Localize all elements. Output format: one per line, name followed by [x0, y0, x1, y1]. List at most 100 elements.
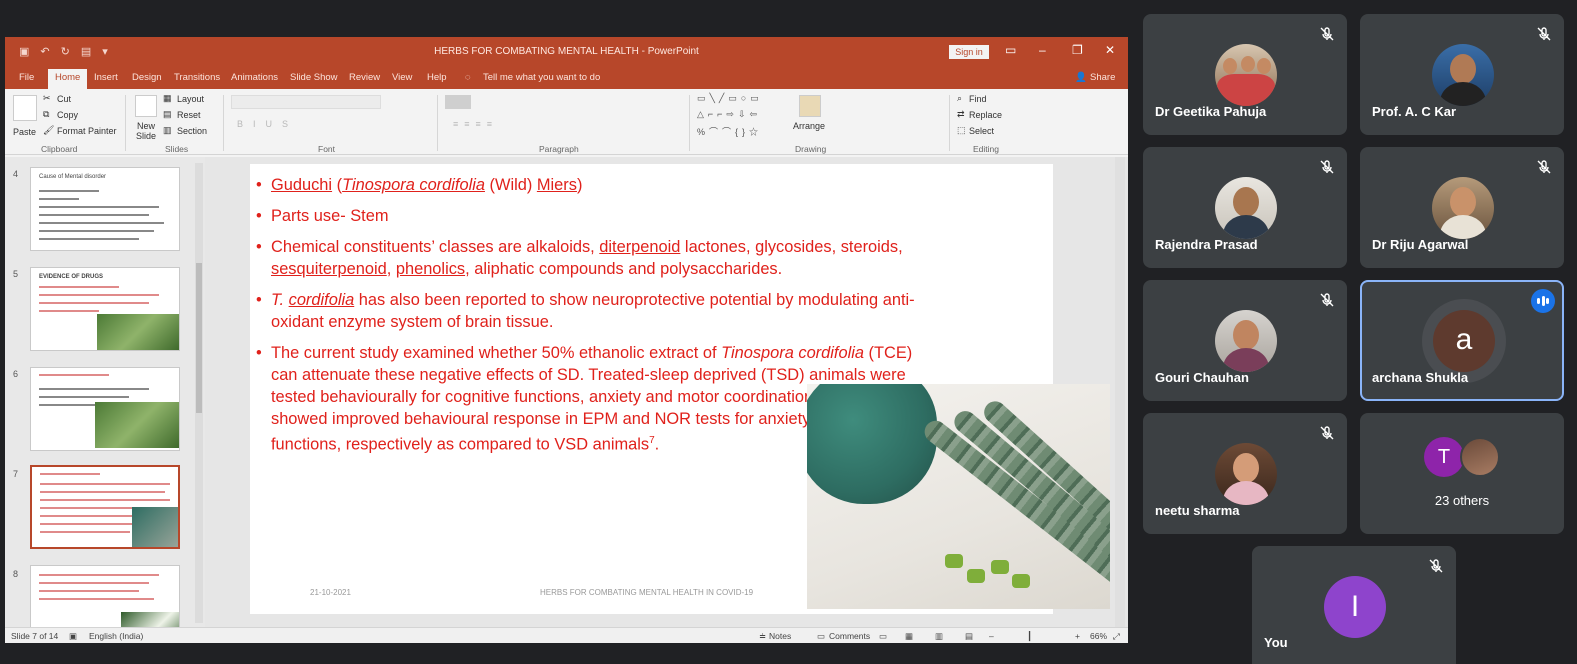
- participant-tile-speaking[interactable]: a archana Shukla: [1360, 280, 1564, 401]
- replace-icon[interactable]: ⇄: [957, 109, 965, 120]
- font-name-box[interactable]: [231, 95, 381, 109]
- zoom-out-icon[interactable]: –: [989, 631, 994, 641]
- tab-insert[interactable]: Insert: [94, 72, 118, 83]
- participant-tile[interactable]: Gouri Chauhan: [1143, 280, 1347, 401]
- section-icon[interactable]: ▥: [163, 125, 172, 136]
- notes-button[interactable]: Notes: [769, 631, 791, 641]
- avatar-initial: T: [1424, 437, 1464, 477]
- share-button[interactable]: Share: [1090, 72, 1115, 83]
- tab-animations[interactable]: Animations: [231, 72, 278, 83]
- find-button[interactable]: Find: [969, 94, 987, 104]
- participant-name: archana Shukla: [1372, 370, 1469, 385]
- mic-off-icon: [1537, 160, 1551, 174]
- participant-name: Dr Geetika Pahuja: [1155, 104, 1267, 119]
- participant-tile[interactable]: Dr Riju Agarwal: [1360, 147, 1564, 268]
- zoom-in-icon[interactable]: +: [1075, 631, 1080, 641]
- sign-in-button[interactable]: Sign in: [949, 45, 989, 59]
- tinospora-stem-photo[interactable]: [807, 384, 1110, 609]
- tab-design[interactable]: Design: [132, 72, 162, 83]
- paste-button[interactable]: Paste: [13, 127, 36, 137]
- slide-scrollbar[interactable]: [1115, 157, 1125, 627]
- thumb-number: 8: [13, 569, 19, 579]
- thumbnail-scrollbar[interactable]: [195, 163, 203, 623]
- cut-icon[interactable]: ✂: [43, 93, 51, 104]
- tab-review[interactable]: Review: [349, 72, 380, 83]
- normal-view-icon[interactable]: ▭: [879, 631, 887, 642]
- maximize-icon[interactable]: ❐: [1072, 43, 1083, 57]
- tab-slide-show[interactable]: Slide Show: [290, 72, 338, 83]
- participant-tile[interactable]: Dr Geetika Pahuja: [1143, 14, 1347, 135]
- arrange-icon[interactable]: [799, 95, 821, 117]
- separator: [949, 95, 950, 151]
- separator: [689, 95, 690, 151]
- tab-transitions[interactable]: Transitions: [174, 72, 220, 83]
- scrollbar-thumb[interactable]: [196, 263, 202, 413]
- slide-thumbnail-4[interactable]: Cause of Mental disorder: [30, 167, 180, 251]
- drawing-group-label: Drawing: [795, 144, 827, 154]
- new-slide-button[interactable]: New Slide: [131, 121, 161, 141]
- font-style-buttons[interactable]: BIUS: [237, 119, 298, 129]
- slide-thumbnail-7[interactable]: [30, 465, 180, 549]
- participant-tile[interactable]: Prof. A. C Kar: [1360, 14, 1564, 135]
- avatar-initial: a: [1433, 310, 1495, 372]
- others-tile[interactable]: T 23 others: [1360, 413, 1564, 534]
- speaking-indicator-icon: [1531, 289, 1555, 313]
- paste-icon[interactable]: [13, 95, 37, 121]
- tell-me-box[interactable]: Tell me what you want to do: [483, 72, 600, 83]
- reset-button[interactable]: Reset: [177, 110, 201, 120]
- replace-button[interactable]: Replace: [969, 110, 1002, 120]
- reset-icon[interactable]: ▤: [163, 109, 172, 120]
- layout-button[interactable]: Layout: [177, 94, 204, 104]
- arrange-button[interactable]: Arrange: [793, 121, 825, 131]
- cut-button[interactable]: Cut: [57, 94, 71, 104]
- others-count: 23 others: [1434, 493, 1490, 508]
- new-slide-icon[interactable]: [135, 95, 157, 117]
- shapes-gallery-row3[interactable]: %⌒⌒{}☆: [697, 125, 762, 138]
- tab-help[interactable]: Help: [427, 72, 447, 83]
- current-slide[interactable]: Guduchi (Tinospora cordifolia (Wild) Mie…: [250, 164, 1110, 614]
- close-icon[interactable]: ✕: [1105, 43, 1115, 57]
- zoom-slider[interactable]: ┃: [1027, 631, 1032, 642]
- slideshow-view-icon[interactable]: ▤: [965, 631, 973, 642]
- separator: [125, 95, 126, 151]
- layout-icon[interactable]: ▦: [163, 93, 172, 104]
- tab-file[interactable]: File: [19, 72, 34, 83]
- paragraph-group-label: Paragraph: [539, 144, 579, 154]
- format-painter-icon[interactable]: 🖌: [43, 125, 54, 136]
- slide-thumbnail-6[interactable]: [30, 367, 180, 451]
- comments-icon[interactable]: ▭: [817, 631, 825, 642]
- tab-home[interactable]: Home: [48, 69, 88, 89]
- slide-thumbnail-5[interactable]: EVIDENCE OF DRUGS: [30, 267, 180, 351]
- minimize-icon[interactable]: –: [1039, 43, 1046, 57]
- format-painter-button[interactable]: Format Painter: [57, 126, 117, 136]
- participant-name: Gouri Chauhan: [1155, 370, 1249, 385]
- shapes-gallery[interactable]: ▭╲╱▭○▭: [697, 93, 763, 104]
- select-button[interactable]: Select: [969, 126, 994, 136]
- slide-sorter-icon[interactable]: ▦: [905, 631, 913, 642]
- comments-button[interactable]: Comments: [829, 631, 870, 641]
- avatar: [1215, 44, 1277, 106]
- language-indicator[interactable]: English (India): [89, 631, 143, 641]
- zoom-level[interactable]: 66%: [1090, 631, 1107, 641]
- reading-view-icon[interactable]: ▥: [935, 631, 943, 642]
- paragraph-align-buttons[interactable]: ≡≡≡≡: [453, 119, 498, 129]
- select-icon[interactable]: ⬚: [957, 125, 966, 136]
- tab-view[interactable]: View: [392, 72, 412, 83]
- copy-icon[interactable]: ⧉: [43, 109, 49, 120]
- avatar: [1432, 44, 1494, 106]
- notes-icon[interactable]: ≐: [759, 631, 766, 642]
- section-button[interactable]: Section: [177, 126, 207, 136]
- participant-tile[interactable]: Rajendra Prasad: [1143, 147, 1347, 268]
- find-icon[interactable]: ⌕: [957, 93, 962, 104]
- shapes-gallery-row2[interactable]: △⌐⌐⇨⇩⇦: [697, 109, 761, 120]
- font-size-box[interactable]: [445, 95, 471, 109]
- spellcheck-icon[interactable]: ▣: [69, 631, 77, 642]
- copy-button[interactable]: Copy: [57, 110, 78, 120]
- self-tile[interactable]: I You: [1252, 546, 1456, 664]
- participant-tile[interactable]: neetu sharma: [1143, 413, 1347, 534]
- clipboard-group-label: Clipboard: [41, 144, 78, 154]
- fit-to-window-icon[interactable]: ⤢: [1113, 631, 1120, 642]
- separator: [223, 95, 224, 151]
- ribbon-display-icon[interactable]: ▭: [1005, 43, 1016, 57]
- ribbon-tabs: File Home Insert Design Transitions Anim…: [5, 67, 1128, 89]
